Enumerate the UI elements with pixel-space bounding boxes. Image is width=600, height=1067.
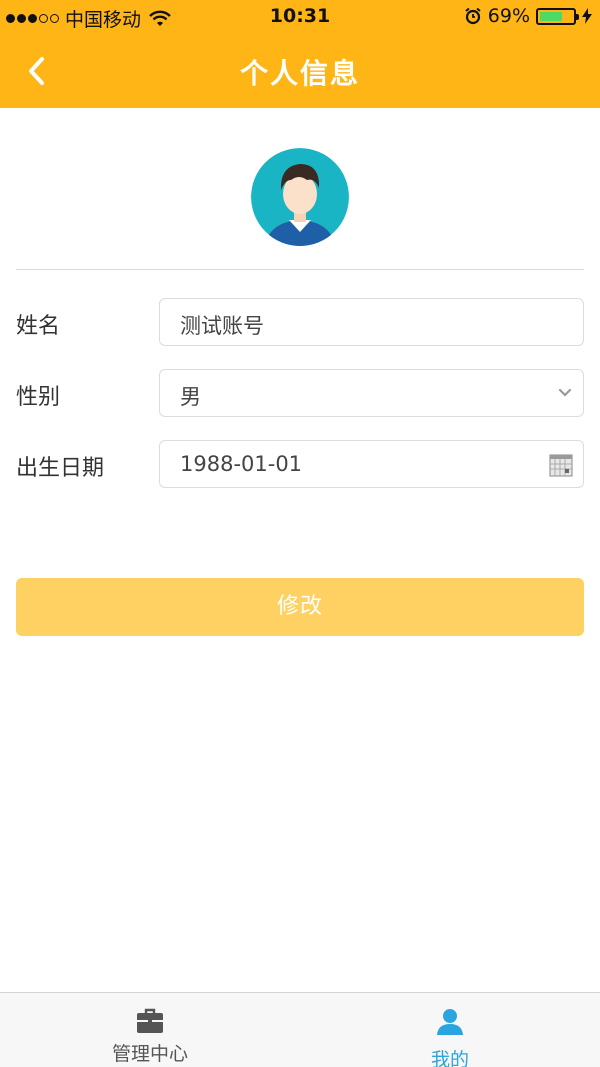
app-header: 中国移动 10:31 69% 个人信息	[0, 0, 600, 108]
page-title: 个人信息	[239, 57, 360, 90]
calendar-icon[interactable]	[549, 453, 573, 477]
status-right: 69%	[464, 5, 592, 27]
charging-bolt-icon	[582, 8, 592, 24]
birthdate-row: 出生日期 1988-01-01	[0, 440, 600, 488]
birthdate-input[interactable]: 1988-01-01	[159, 440, 584, 488]
person-icon	[437, 1009, 463, 1035]
tab-bar: 管理中心 我的	[0, 992, 600, 1067]
battery-icon	[536, 7, 579, 25]
tab-management-center-label: 管理中心	[111, 1043, 188, 1065]
user-avatar-icon[interactable]	[251, 148, 349, 246]
gender-select[interactable]: 男	[159, 369, 584, 417]
modify-button[interactable]: 修改	[16, 578, 584, 636]
name-label: 姓名	[16, 314, 61, 339]
battery-fill	[540, 11, 563, 21]
alarm-icon	[465, 7, 481, 25]
gender-label: 性别	[16, 385, 61, 410]
section-divider	[16, 269, 584, 270]
birthdate-value: 1988-01-01	[180, 452, 303, 476]
name-input[interactable]: 测试账号	[159, 298, 584, 346]
birthdate-label: 出生日期	[16, 456, 105, 481]
name-row: 姓名 测试账号	[0, 298, 600, 346]
tab-mine-label: 我的	[430, 1049, 469, 1067]
battery-percent: 69%	[487, 5, 530, 27]
status-bar: 中国移动 10:31 69%	[0, 0, 600, 34]
chevron-down-icon	[558, 388, 572, 397]
briefcase-icon	[137, 1008, 163, 1033]
tab-mine[interactable]: 我的	[300, 993, 600, 1067]
tab-management-center[interactable]: 管理中心	[0, 993, 300, 1067]
gender-row: 性别 男	[0, 369, 600, 417]
gender-value: 男	[180, 385, 201, 409]
